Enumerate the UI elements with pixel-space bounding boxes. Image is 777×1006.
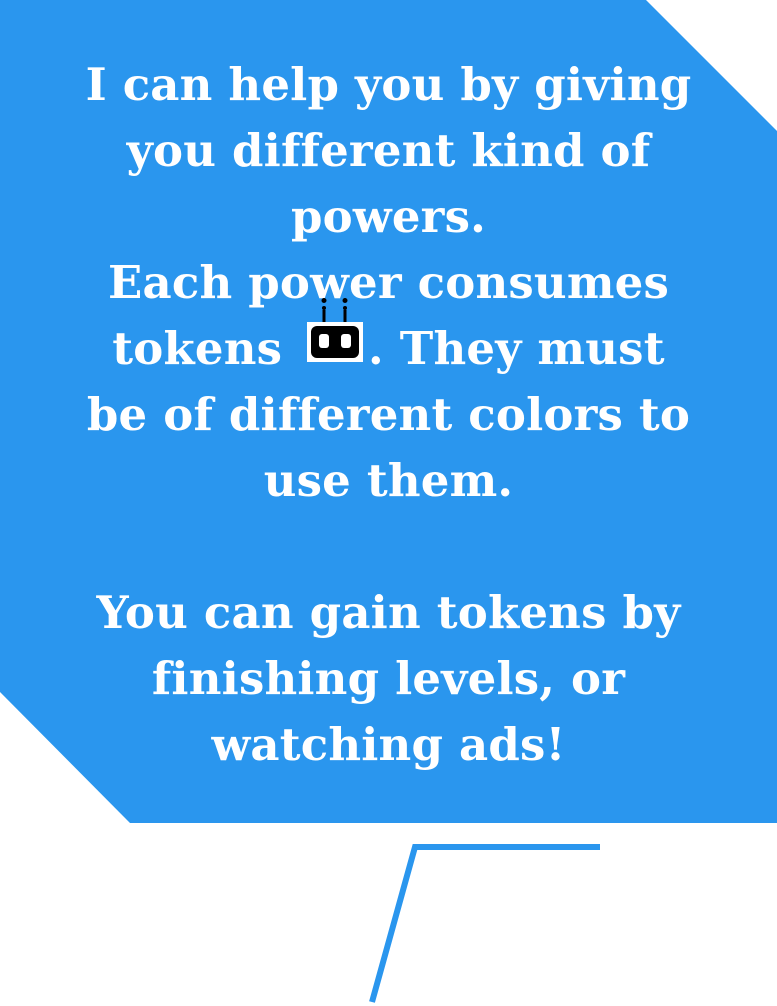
dialog-line: powers. bbox=[291, 190, 486, 243]
dialog-line: finishing levels, or bbox=[151, 652, 626, 705]
speech-bubble-panel: I can help you by giving you different k… bbox=[0, 0, 777, 1006]
token-line-after: . They must bbox=[368, 322, 665, 375]
dialog-text: I can help you by giving you different k… bbox=[70, 52, 707, 778]
dialog-line: Each power consumes bbox=[107, 256, 670, 309]
dialog-line: I can help you by giving bbox=[85, 58, 692, 111]
dialog-line: use them. bbox=[263, 454, 514, 507]
dialog-line: you different kind of bbox=[126, 124, 651, 177]
dialog-line: You can gain tokens by bbox=[96, 586, 681, 639]
dialog-line: be of different colors to bbox=[86, 388, 691, 441]
dialog-line: watching ads! bbox=[211, 718, 566, 771]
bubble-tail bbox=[369, 844, 600, 1003]
paragraph-powers: I can help you by giving you different k… bbox=[70, 52, 707, 514]
robot-token-icon bbox=[302, 298, 368, 370]
dialog-line-with-token: tokens . They must bbox=[70, 298, 707, 382]
paragraph-gain-tokens: You can gain tokens by finishing levels,… bbox=[70, 580, 707, 778]
token-line-before: tokens bbox=[112, 322, 283, 375]
